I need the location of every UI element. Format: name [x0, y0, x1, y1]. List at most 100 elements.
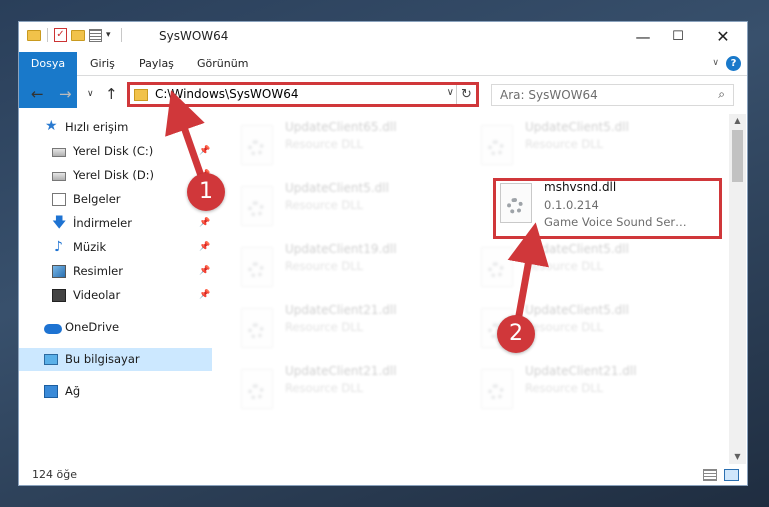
sidebar-item-pictures[interactable]: Resimler 📌	[19, 260, 212, 283]
file-item[interactable]: UpdateClient65.dll Resource DLL	[231, 117, 446, 173]
file-item[interactable]: UpdateClient5.dll Resource DLL	[471, 117, 686, 173]
scroll-up-icon[interactable]: ▲	[729, 114, 746, 128]
file-type: Resource DLL	[285, 259, 364, 273]
folder-icon	[134, 89, 148, 101]
explorer-window: ✓ ▾ SysWOW64 — ☐ ✕ Dosya Giriş Paylaş Gö…	[18, 21, 748, 486]
file-item[interactable]: UpdateClient21.dll Resource DLL	[231, 300, 446, 356]
sidebar-item-label: Belgeler	[73, 192, 121, 206]
sidebar-item-label: OneDrive	[65, 320, 120, 334]
pin-icon[interactable]: 📌	[199, 140, 210, 163]
search-input[interactable]: Ara: SysWOW64 ⌕	[491, 84, 734, 106]
pin-icon[interactable]: 📌	[199, 260, 210, 283]
large-icons-view-icon[interactable]	[724, 469, 739, 481]
item-count: 124 öğe	[32, 468, 77, 481]
vertical-scrollbar[interactable]: ▲ ▼	[729, 114, 746, 464]
sidebar-item-documents[interactable]: Belgeler 📌	[19, 188, 212, 211]
help-icon[interactable]: ?	[726, 56, 741, 71]
file-name: UpdateClient5.dll	[525, 303, 629, 317]
details-view-icon[interactable]	[703, 469, 717, 481]
sidebar-item-label: Videolar	[73, 288, 121, 302]
file-type: Resource DLL	[525, 381, 604, 395]
up-arrow-icon[interactable]: ↑	[105, 85, 118, 103]
sidebar-item-onedrive[interactable]: OneDrive	[19, 316, 212, 339]
quick-access-toolbar: ✓ ▾	[27, 28, 122, 42]
gear-icon	[248, 323, 264, 339]
sidebar-item-network[interactable]: Ağ	[19, 380, 212, 403]
gear-icon	[488, 384, 504, 400]
gear-icon	[507, 198, 523, 214]
scroll-down-icon[interactable]: ▼	[729, 450, 746, 464]
star-icon: ★	[45, 118, 58, 134]
file-item[interactable]: UpdateClient21.dll Resource DLL	[231, 361, 446, 417]
file-type: Resource DLL	[525, 259, 604, 273]
back-arrow-icon[interactable]: ←	[31, 85, 44, 103]
sidebar-item-downloads[interactable]: 🡇 İndirmeler 📌	[19, 212, 212, 235]
tab-view[interactable]: Görünüm	[197, 52, 248, 76]
dll-file-icon	[241, 308, 273, 348]
tab-share[interactable]: Paylaş	[139, 52, 174, 76]
chevron-down-icon[interactable]: ∨	[447, 87, 454, 98]
close-button[interactable]: ✕	[712, 26, 734, 48]
file-name: UpdateClient5.dll	[525, 120, 629, 134]
search-icon[interactable]: ⌕	[718, 87, 725, 102]
file-name: UpdateClient5.dll	[285, 181, 389, 195]
maximize-button[interactable]: ☐	[667, 26, 689, 48]
sidebar-item-label: İndirmeler	[73, 216, 132, 230]
sidebar-item-quick-access[interactable]: ★ Hızlı erişim	[19, 116, 212, 139]
download-icon: 🡇	[52, 215, 67, 231]
file-item[interactable]: UpdateClient5.dll Resource DLL	[231, 178, 446, 234]
properties-icon[interactable]	[89, 28, 102, 42]
address-bar[interactable]: C:\Windows\SysWOW64 ∨ ↻	[127, 82, 479, 107]
gear-icon	[488, 140, 504, 156]
pin-icon[interactable]: 📌	[199, 236, 210, 259]
file-description: Game Voice Sound Service	[544, 215, 689, 229]
toolbar-divider	[120, 28, 122, 42]
dll-file-icon	[241, 369, 273, 409]
sidebar-item-videos[interactable]: Videolar 📌	[19, 284, 212, 307]
chevron-down-icon[interactable]: ∨	[712, 58, 719, 68]
minimize-button[interactable]: —	[632, 26, 654, 48]
chevron-down-icon[interactable]: ∨	[87, 89, 94, 99]
refresh-icon[interactable]: ↻	[456, 85, 476, 104]
file-item[interactable]: UpdateClient21.dll Resource DLL	[471, 361, 686, 417]
gear-icon	[248, 201, 264, 217]
pin-icon[interactable]: 📌	[199, 212, 210, 235]
chevron-down-icon[interactable]: ▾	[106, 30, 111, 40]
address-path[interactable]: C:\Windows\SysWOW64	[155, 87, 299, 101]
network-icon	[44, 385, 58, 398]
pin-icon[interactable]: 📌	[199, 284, 210, 307]
ribbon-tabs: Dosya Giriş Paylaş Görünüm ∨ ?	[19, 52, 747, 108]
dll-file-icon	[481, 247, 513, 287]
step-marker-2: 2	[497, 315, 535, 353]
file-item-mshvsnd[interactable]: mshvsnd.dll 0.1.0.214 Game Voice Sound S…	[493, 178, 722, 239]
dll-file-icon	[481, 369, 513, 409]
gear-icon	[248, 262, 264, 278]
file-item[interactable]: UpdateClient5.dll Resource DLL	[471, 239, 686, 295]
scrollbar-thumb[interactable]	[732, 130, 743, 182]
sidebar-item-music[interactable]: ♪ Müzik 📌	[19, 236, 212, 259]
sidebar-item-label: Müzik	[73, 240, 107, 254]
dll-file-icon	[481, 125, 513, 165]
picture-icon	[52, 265, 66, 278]
file-type: Resource DLL	[285, 320, 364, 334]
file-item[interactable]: UpdateClient19.dll Resource DLL	[231, 239, 446, 295]
new-folder-icon[interactable]	[71, 29, 85, 41]
file-name: UpdateClient21.dll	[285, 303, 397, 317]
step-marker-1: 1	[187, 173, 225, 211]
sidebar-item-label: Yerel Disk (D:)	[73, 168, 155, 182]
sidebar-item-this-pc[interactable]: Bu bilgisayar	[19, 348, 212, 371]
disk-icon	[52, 172, 66, 181]
file-type: Resource DLL	[285, 137, 364, 151]
file-name: UpdateClient19.dll	[285, 242, 397, 256]
search-placeholder[interactable]: Ara: SysWOW64	[500, 88, 598, 102]
navigation-pane: ★ Hızlı erişim Yerel Disk (C:) 📌 Yerel D…	[19, 114, 214, 464]
sidebar-item-local-disk-d[interactable]: Yerel Disk (D:) 📌	[19, 164, 212, 187]
sidebar-item-label: Yerel Disk (C:)	[73, 144, 154, 158]
disk-icon	[52, 148, 66, 157]
sidebar-item-local-disk-c[interactable]: Yerel Disk (C:) 📌	[19, 140, 212, 163]
computer-icon	[44, 354, 58, 365]
properties-check-icon[interactable]: ✓	[54, 28, 67, 42]
tab-home[interactable]: Giriş	[90, 52, 115, 76]
forward-arrow-icon[interactable]: →	[59, 85, 72, 103]
file-name: UpdateClient5.dll	[525, 242, 629, 256]
